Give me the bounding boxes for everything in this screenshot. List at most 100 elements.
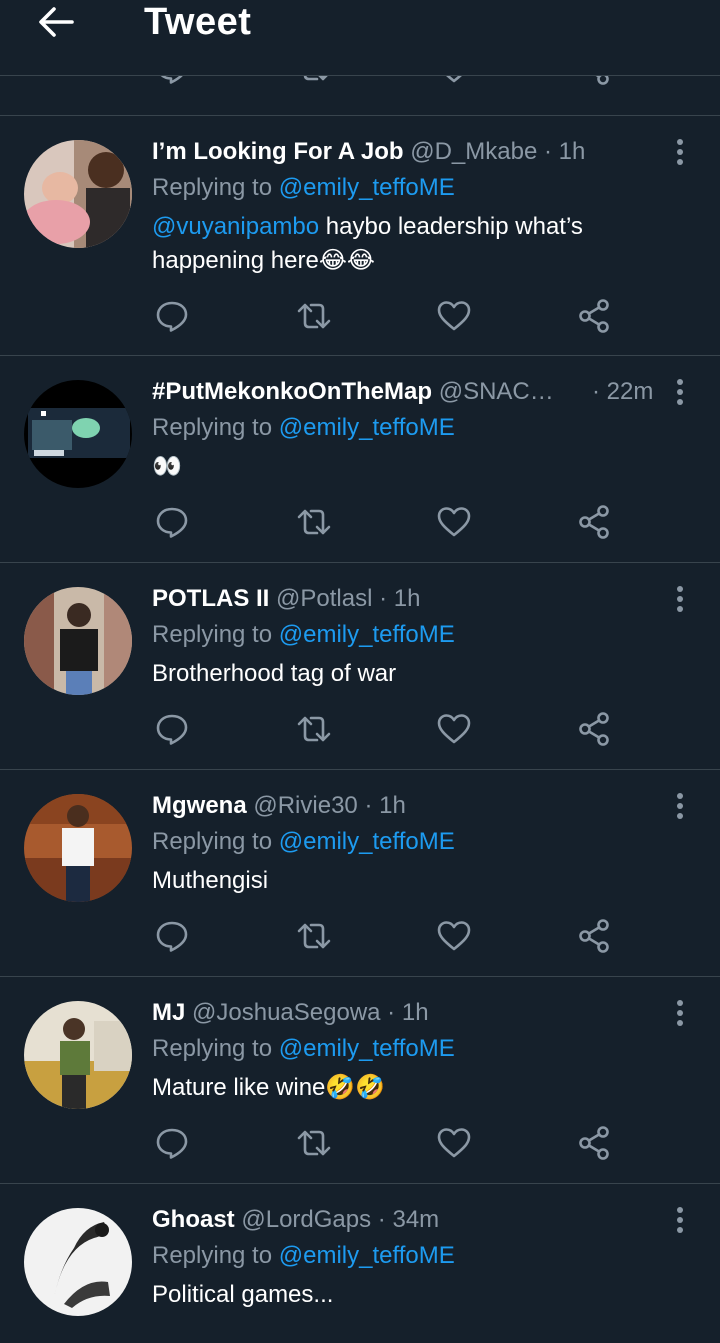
reply-button[interactable] bbox=[152, 502, 192, 542]
more-options-button[interactable] bbox=[664, 583, 696, 615]
replying-to-mention[interactable]: @emily_teffoME bbox=[279, 1035, 455, 1062]
like-button[interactable] bbox=[434, 296, 474, 336]
separator-dot: · bbox=[543, 138, 552, 165]
tweet-body: Political games... bbox=[152, 1281, 334, 1308]
display-name[interactable]: I’m Looking For A Job bbox=[152, 138, 404, 165]
reply-tweet[interactable]: Ghoast @LordGaps · 34m Replying to @emil… bbox=[0, 1183, 720, 1343]
username[interactable]: @Rivie30 bbox=[253, 792, 357, 819]
tweet-header: #PutMekonkoOnTheMap @SNACH... bbox=[152, 376, 652, 408]
share-button[interactable] bbox=[574, 296, 614, 336]
tweet-text: Political games... bbox=[152, 1278, 672, 1312]
username[interactable]: @LordGaps bbox=[241, 1206, 371, 1233]
timestamp: 1h bbox=[401, 999, 429, 1026]
heart-icon bbox=[434, 709, 474, 749]
reply-tweet[interactable]: #PutMekonkoOnTheMap @SNACH... · 22m Repl… bbox=[0, 355, 720, 562]
reply-button[interactable] bbox=[152, 296, 192, 336]
more-vertical-icon bbox=[664, 376, 696, 408]
body-mention[interactable]: @vuyanipambo bbox=[152, 213, 319, 240]
retweet-icon bbox=[294, 916, 334, 956]
username[interactable]: @SNACH... bbox=[439, 376, 567, 408]
tweet-header: MJ @JoshuaSegowa · 1h bbox=[152, 997, 652, 1029]
retweet-button[interactable] bbox=[294, 709, 334, 749]
more-options-button[interactable] bbox=[664, 790, 696, 822]
username[interactable]: @Potlasl bbox=[276, 585, 372, 612]
tweet-body: 👀 bbox=[152, 453, 182, 480]
more-options-button[interactable] bbox=[664, 136, 696, 168]
replying-to-line: Replying to @emily_teffoME bbox=[152, 1033, 455, 1065]
retweet-button[interactable] bbox=[294, 916, 334, 956]
display-name[interactable]: Ghoast bbox=[152, 1206, 235, 1233]
separator-dot: · bbox=[379, 585, 388, 612]
like-button[interactable] bbox=[434, 709, 474, 749]
display-name[interactable]: Mgwena bbox=[152, 792, 247, 819]
tweet-header: Mgwena @Rivie30 · 1h bbox=[152, 790, 652, 822]
display-name[interactable]: POTLAS II bbox=[152, 585, 269, 612]
replying-to-mention[interactable]: @emily_teffoME bbox=[279, 414, 455, 441]
reply-tweet[interactable]: POTLAS II @Potlasl · 1h Replying to @emi… bbox=[0, 562, 720, 769]
reply-tweet[interactable]: Mgwena @Rivie30 · 1h Replying to @emily_… bbox=[0, 769, 720, 976]
replying-to-mention[interactable]: @emily_teffoME bbox=[279, 621, 455, 648]
retweet-button[interactable] bbox=[294, 502, 334, 542]
reply-bubble-icon bbox=[152, 1123, 192, 1163]
retweet-icon bbox=[294, 1123, 334, 1163]
like-button[interactable] bbox=[434, 1123, 474, 1163]
reply-tweet[interactable]: MJ @JoshuaSegowa · 1h Replying to @emily… bbox=[0, 976, 720, 1183]
tweet-text: Muthengisi bbox=[152, 864, 672, 898]
timestamp: 1h bbox=[393, 585, 421, 612]
separator-dot: · bbox=[364, 792, 373, 819]
more-options-button[interactable] bbox=[664, 376, 696, 408]
back-button[interactable] bbox=[36, 4, 76, 40]
heart-icon bbox=[434, 1123, 474, 1163]
share-icon bbox=[574, 709, 614, 749]
replying-to-mention[interactable]: @emily_teffoME bbox=[279, 1242, 455, 1269]
tweet-action-bar bbox=[152, 296, 632, 336]
share-button[interactable] bbox=[574, 1123, 614, 1163]
separator-dot: · bbox=[592, 378, 600, 405]
timestamp: 34m bbox=[392, 1206, 440, 1233]
reply-bubble-icon bbox=[152, 502, 192, 542]
tweet-text: 👀 bbox=[152, 450, 672, 484]
reply-button[interactable] bbox=[152, 1123, 192, 1163]
tweet-text: Brotherhood tag of war bbox=[152, 657, 672, 691]
replying-to-label: Replying to bbox=[152, 1035, 279, 1062]
more-vertical-icon bbox=[664, 136, 696, 168]
tweet-action-bar bbox=[152, 709, 632, 749]
timestamp-group: · 22m bbox=[592, 376, 653, 408]
avatar[interactable] bbox=[24, 140, 132, 248]
share-button[interactable] bbox=[574, 916, 614, 956]
reply-button[interactable] bbox=[152, 709, 192, 749]
retweet-button[interactable] bbox=[294, 296, 334, 336]
more-options-button[interactable] bbox=[664, 997, 696, 1029]
arrow-left-icon bbox=[39, 7, 74, 37]
avatar[interactable] bbox=[24, 794, 132, 902]
like-button[interactable] bbox=[434, 502, 474, 542]
avatar[interactable] bbox=[24, 1001, 132, 1109]
more-vertical-icon bbox=[664, 583, 696, 615]
display-name[interactable]: #PutMekonkoOnTheMap bbox=[152, 378, 432, 405]
avatar[interactable] bbox=[24, 1208, 132, 1316]
share-button[interactable] bbox=[574, 502, 614, 542]
reply-button[interactable] bbox=[152, 916, 192, 956]
like-button[interactable] bbox=[434, 916, 474, 956]
tweet-header: POTLAS II @Potlasl · 1h bbox=[152, 583, 652, 615]
avatar[interactable] bbox=[24, 587, 132, 695]
separator-dot: · bbox=[377, 1206, 386, 1233]
tweet-action-bar bbox=[152, 1123, 632, 1163]
share-button[interactable] bbox=[574, 709, 614, 749]
more-vertical-icon bbox=[664, 997, 696, 1029]
more-options-button[interactable] bbox=[664, 1204, 696, 1236]
avatar[interactable] bbox=[24, 380, 132, 488]
username[interactable]: @D_Mkabe bbox=[410, 138, 537, 165]
reply-tweet[interactable]: I’m Looking For A Job @D_Mkabe · 1h Repl… bbox=[0, 115, 720, 355]
display-name[interactable]: MJ bbox=[152, 999, 185, 1026]
replying-to-mention[interactable]: @emily_teffoME bbox=[279, 174, 455, 201]
retweet-button[interactable] bbox=[294, 1123, 334, 1163]
username[interactable]: @JoshuaSegowa bbox=[192, 999, 380, 1026]
replying-to-mention[interactable]: @emily_teffoME bbox=[279, 828, 455, 855]
share-icon bbox=[574, 916, 614, 956]
timestamp: 1h bbox=[379, 792, 406, 819]
retweet-icon bbox=[294, 502, 334, 542]
replying-to-label: Replying to bbox=[152, 1242, 279, 1269]
page-title: Tweet bbox=[144, 1, 252, 43]
more-vertical-icon bbox=[664, 790, 696, 822]
